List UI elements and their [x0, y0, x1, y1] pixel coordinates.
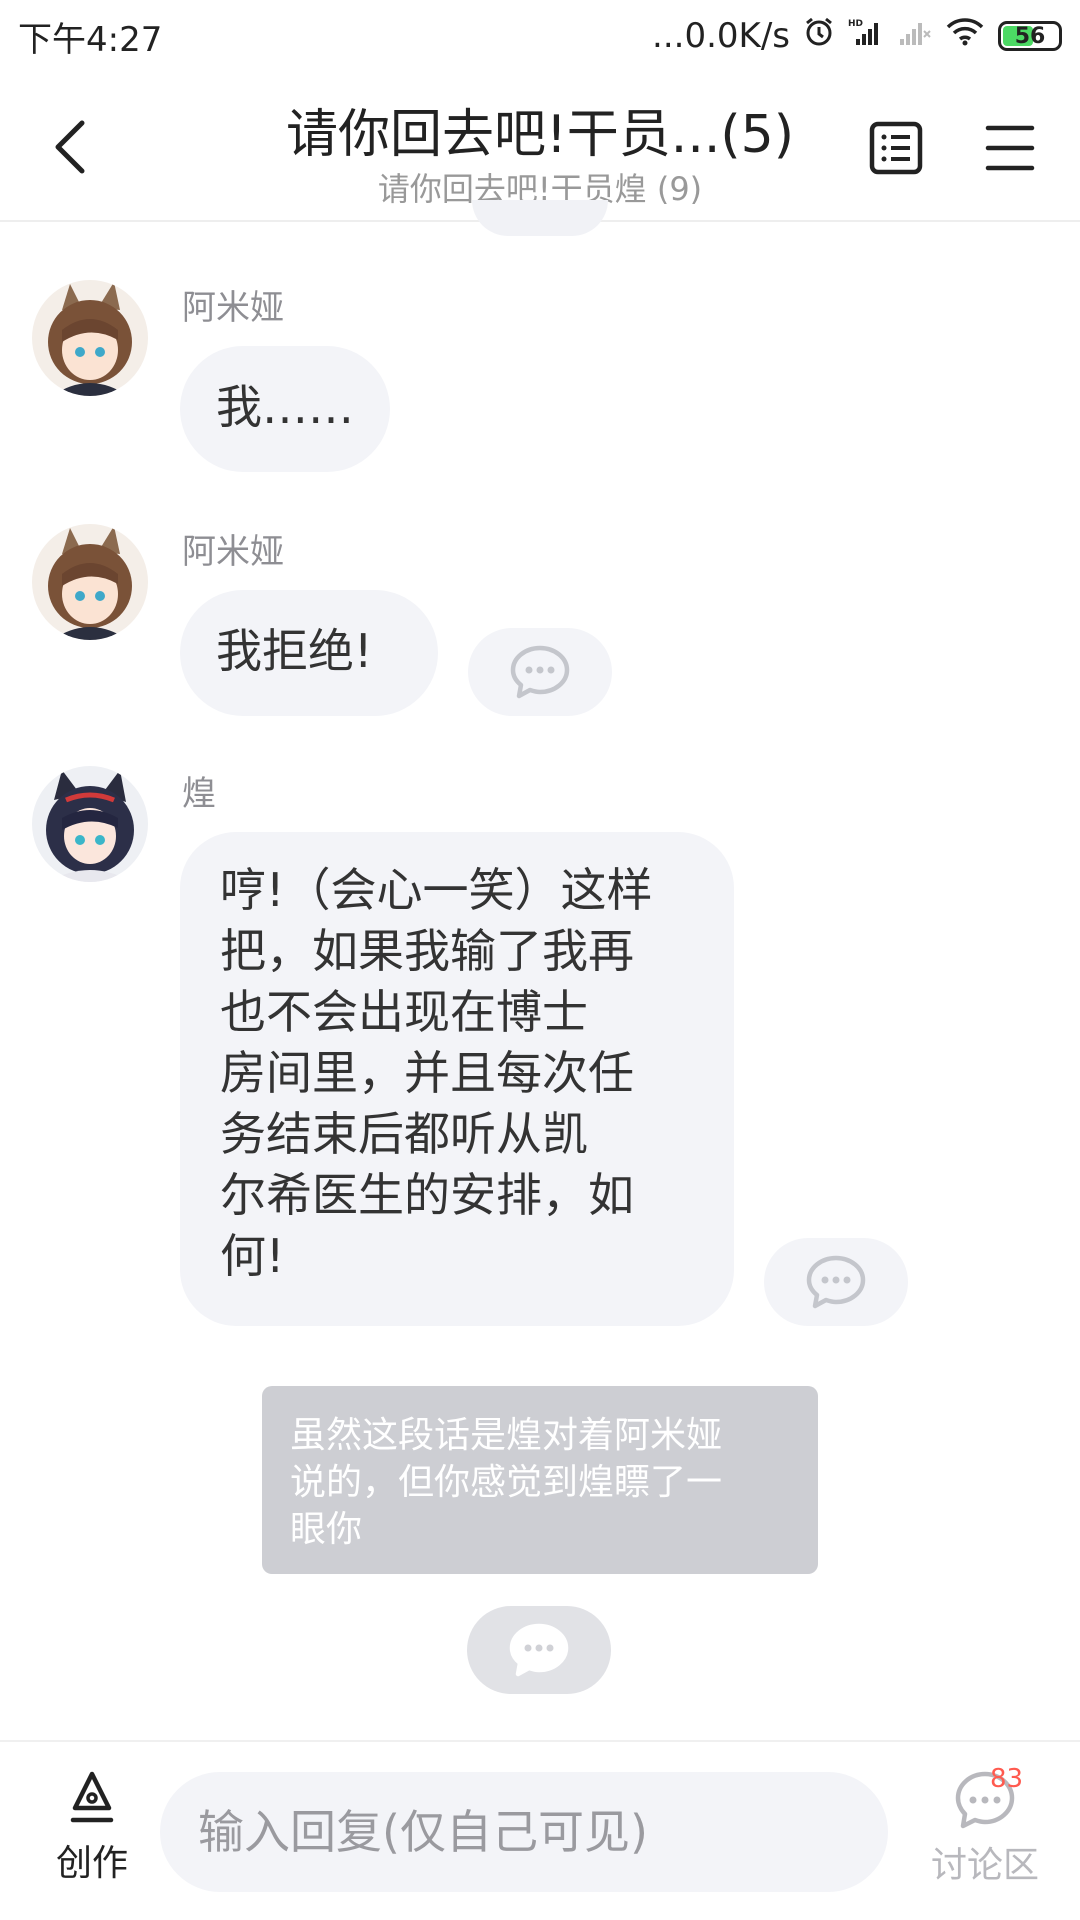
discussion-label: 讨论区 — [930, 1845, 1039, 1886]
status-bar: 下午4:27 ...0.0K/s HD 56 — [0, 0, 1080, 72]
message-line: 也不会出现在博士 — [220, 985, 588, 1039]
narration-line: 眼你 — [290, 1509, 363, 1550]
message-line: 务结束后都听从凯 — [220, 1107, 588, 1161]
reply-input[interactable] — [160, 1772, 888, 1892]
discussion-button[interactable]: 83 讨论区 — [920, 1764, 1050, 1906]
discussion-count-badge: 83 — [990, 1764, 1024, 1794]
comment-button[interactable] — [764, 1238, 908, 1326]
battery-icon: 56 — [998, 21, 1062, 51]
sender-name: 煌 — [182, 774, 216, 814]
message-text: 我…… — [216, 380, 354, 434]
comment-bubble-icon — [510, 645, 570, 699]
sender-name: 阿米娅 — [182, 532, 284, 572]
message-line: 何! — [220, 1229, 285, 1283]
narration-line: 虽然这段话是煌对着阿米娅 — [290, 1415, 723, 1456]
avatar[interactable] — [32, 524, 148, 640]
message-bubble[interactable]: 我拒绝! — [180, 590, 438, 716]
catalog-button[interactable] — [868, 118, 924, 178]
avatar[interactable] — [32, 280, 148, 396]
message-line: 房间里，并且每次任 — [220, 1046, 634, 1100]
comment-bubble-icon — [806, 1255, 866, 1309]
create-button[interactable]: 创作 — [46, 1770, 138, 1900]
previous-reply-button[interactable] — [472, 200, 608, 236]
message-line: 尔希医生的安排，如 — [220, 1168, 634, 1222]
status-indicators: ...0.0K/s HD 56 — [652, 16, 1062, 56]
comment-bubble-icon — [509, 1623, 569, 1677]
message-text: 我拒绝! — [216, 624, 373, 678]
message-line: 把，如果我输了我再 — [220, 924, 634, 978]
svg-text:HD: HD — [848, 19, 863, 29]
message-bubble[interactable]: 哼!（会心一笑）这样 把，如果我输了我再 也不会出现在博士 房间里，并且每次任 … — [180, 832, 734, 1326]
signal-empty-icon — [898, 16, 932, 56]
network-speed: ...0.0K/s — [652, 16, 790, 56]
narration-line: 说的，但你感觉到煌瞟了一 — [290, 1462, 723, 1503]
status-time: 下午4:27 — [18, 19, 163, 60]
catalog-list-icon — [869, 121, 923, 175]
menu-button[interactable] — [982, 118, 1038, 178]
hd-signal-icon: HD — [848, 16, 884, 56]
create-label: 创作 — [55, 1843, 128, 1884]
pen-nib-icon — [70, 1771, 114, 1823]
wifi-icon — [946, 16, 984, 56]
message-line: 哼!（会心一笑）这样 — [220, 863, 653, 917]
bottom-bar: 创作 83 讨论区 — [0, 1740, 1080, 1920]
avatar[interactable] — [32, 766, 148, 882]
narration-comment-button[interactable] — [467, 1606, 611, 1694]
alarm-icon — [804, 16, 834, 56]
sender-name: 阿米娅 — [182, 288, 284, 328]
menu-icon — [985, 125, 1035, 171]
narration-box[interactable]: 虽然这段话是煌对着阿米娅 说的，但你感觉到煌瞟了一 眼你 — [262, 1386, 818, 1574]
comment-button[interactable] — [468, 628, 612, 716]
message-bubble[interactable]: 我…… — [180, 346, 390, 472]
